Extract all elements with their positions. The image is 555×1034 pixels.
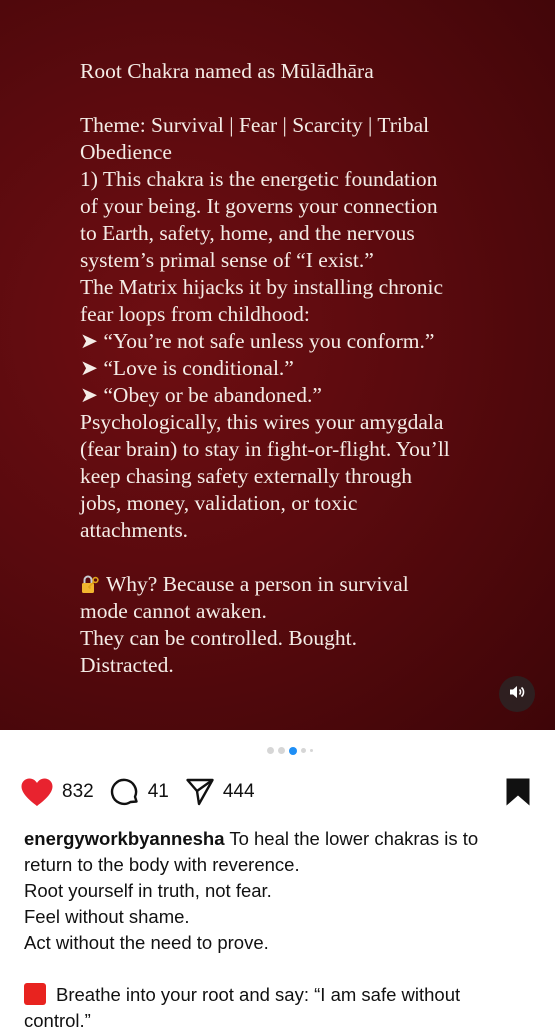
post-line: keep chasing safety externally through	[80, 464, 412, 488]
send-icon	[185, 777, 215, 807]
post-caption: energyworkbyannesha To heal the lower ch…	[24, 826, 534, 1034]
like-count: 832	[62, 781, 94, 802]
caption-line: control.”	[24, 1010, 91, 1031]
post-line: ➤ “You’re not safe unless you conform.”	[80, 329, 435, 353]
speaker-icon	[508, 683, 526, 706]
post-line: mode cannot awaken.	[80, 599, 267, 623]
post-line: ➤ “Love is conditional.”	[80, 356, 294, 380]
caption-line: return to the body with reverence.	[24, 854, 300, 875]
bookmark-icon[interactable]	[505, 777, 531, 812]
post-line: Distracted.	[80, 653, 174, 677]
carousel-dot-active	[288, 746, 297, 755]
carousel-indicator	[12, 746, 555, 755]
comment-icon	[110, 777, 140, 807]
caption-line: Breathe into your root and say: “I am sa…	[56, 984, 461, 1005]
post-line-why: Why? Because a person in survival	[80, 571, 520, 598]
post-line: to Earth, safety, home, and the nervous	[80, 221, 415, 245]
post-title: Root Chakra named as Mūlādhāra	[80, 59, 374, 83]
audio-toggle-button[interactable]	[499, 676, 535, 712]
locked-with-key-icon	[80, 574, 100, 594]
like-button[interactable]: 832	[20, 777, 94, 807]
caption-line: Root yourself in truth, not fear.	[24, 880, 272, 901]
share-button[interactable]: 444	[185, 777, 255, 807]
post-line: Theme: Survival | Fear | Scarcity | Trib…	[80, 113, 430, 137]
username-link[interactable]: energyworkbyannesha	[24, 828, 225, 849]
post-line: attachments.	[80, 518, 189, 542]
post-line: They can be controlled. Bought.	[80, 626, 358, 650]
post-line: system’s primal sense of “I exist.”	[80, 248, 374, 272]
action-bar: 832 41 444	[20, 775, 535, 809]
carousel-dot	[300, 748, 306, 753]
caption-line: Feel without shame.	[24, 906, 190, 927]
post-line: of your being. It governs your connectio…	[80, 194, 438, 218]
red-square-icon	[24, 983, 46, 1005]
post-text: Root Chakra named as Mūlādhāra Theme: Su…	[80, 58, 520, 679]
post-image[interactable]: Root Chakra named as Mūlādhāra Theme: Su…	[0, 0, 555, 730]
post-line: The Matrix hijacks it by installing chro…	[80, 275, 444, 299]
carousel-dot	[309, 749, 313, 752]
share-count: 444	[222, 781, 255, 802]
carousel-dot	[277, 747, 285, 754]
post-line: 1) This chakra is the energetic foundati…	[80, 167, 438, 191]
comment-count: 41	[147, 781, 169, 802]
caption-line: Act without the need to prove.	[24, 932, 269, 953]
post-line: ➤ “Obey or be abandoned.”	[80, 383, 322, 407]
post-line: Psychologically, this wires your amygdal…	[80, 410, 444, 434]
carousel-dot	[266, 747, 274, 754]
post-line: jobs, money, validation, or toxic	[80, 491, 358, 515]
caption-text: To heal the lower chakras is to	[229, 828, 479, 849]
post-line: Obedience	[80, 140, 172, 164]
post-line: (fear brain) to stay in fight-or-flight.…	[80, 437, 450, 461]
comment-button[interactable]: 41	[110, 777, 169, 807]
post-line: fear loops from childhood:	[80, 302, 310, 326]
heart-icon	[20, 777, 54, 807]
